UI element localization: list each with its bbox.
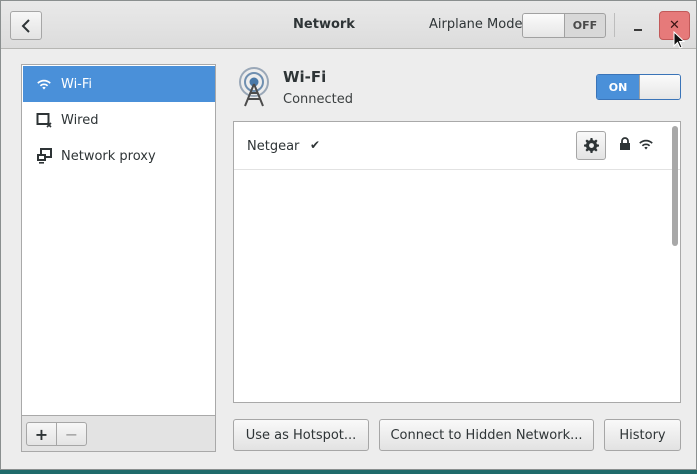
device-sidebar: Wi-Fi Wired Network proxy <box>21 64 216 416</box>
network-list: Netgear ✔ <box>233 121 681 403</box>
airplane-mode-state: OFF <box>572 19 598 32</box>
wifi-switch-state: ON <box>597 75 639 99</box>
wifi-power-switch[interactable]: ON <box>596 74 681 100</box>
minimize-icon <box>634 29 642 31</box>
sidebar-item-label: Wired <box>61 112 99 128</box>
network-name: Netgear <box>247 139 300 154</box>
device-status: Connected <box>283 92 354 107</box>
network-settings-button[interactable] <box>576 131 606 160</box>
wireless-tower-icon <box>239 67 269 107</box>
device-name: Wi-Fi <box>283 68 327 86</box>
window-title: Network <box>293 17 355 32</box>
wifi-icon <box>35 76 53 92</box>
history-button[interactable]: History <box>604 419 681 451</box>
scroll-thumb[interactable] <box>672 126 678 246</box>
sidebar-toolbar: + − <box>21 416 216 452</box>
header-bar: Network Airplane Mode OFF ✕ <box>1 1 696 49</box>
switch-knob <box>639 75 680 99</box>
airplane-mode-switch[interactable]: OFF <box>522 13 606 38</box>
wifi-signal-icon <box>639 139 653 150</box>
remove-connection-button[interactable]: − <box>56 422 87 446</box>
add-connection-button[interactable]: + <box>26 422 57 446</box>
sidebar-item-label: Network proxy <box>61 148 156 164</box>
use-as-hotspot-button[interactable]: Use as Hotspot... <box>233 419 369 451</box>
airplane-mode-label: Airplane Mode <box>429 17 523 32</box>
sidebar-item-label: Wi-Fi <box>61 76 93 92</box>
network-row[interactable]: Netgear ✔ <box>234 122 680 170</box>
mouse-cursor-icon <box>673 31 685 49</box>
sidebar-item-wired[interactable]: Wired <box>23 102 215 138</box>
network-window: Network Airplane Mode OFF ✕ Wi-Fi Wired … <box>0 0 697 470</box>
wired-icon <box>35 112 53 128</box>
connected-check-icon: ✔ <box>310 138 321 152</box>
connect-hidden-network-button[interactable]: Connect to Hidden Network... <box>379 419 594 451</box>
chevron-left-icon <box>21 18 30 33</box>
proxy-icon <box>35 148 53 164</box>
lock-icon <box>620 137 630 150</box>
network-list-scrollbar[interactable] <box>670 122 680 402</box>
back-button[interactable] <box>10 11 42 40</box>
sidebar-item-wifi[interactable]: Wi-Fi <box>23 66 215 102</box>
minimize-button[interactable] <box>627 13 649 37</box>
switch-knob <box>523 14 565 37</box>
header-separator <box>614 13 615 37</box>
sidebar-item-network-proxy[interactable]: Network proxy <box>23 138 215 174</box>
gear-icon <box>583 138 599 153</box>
